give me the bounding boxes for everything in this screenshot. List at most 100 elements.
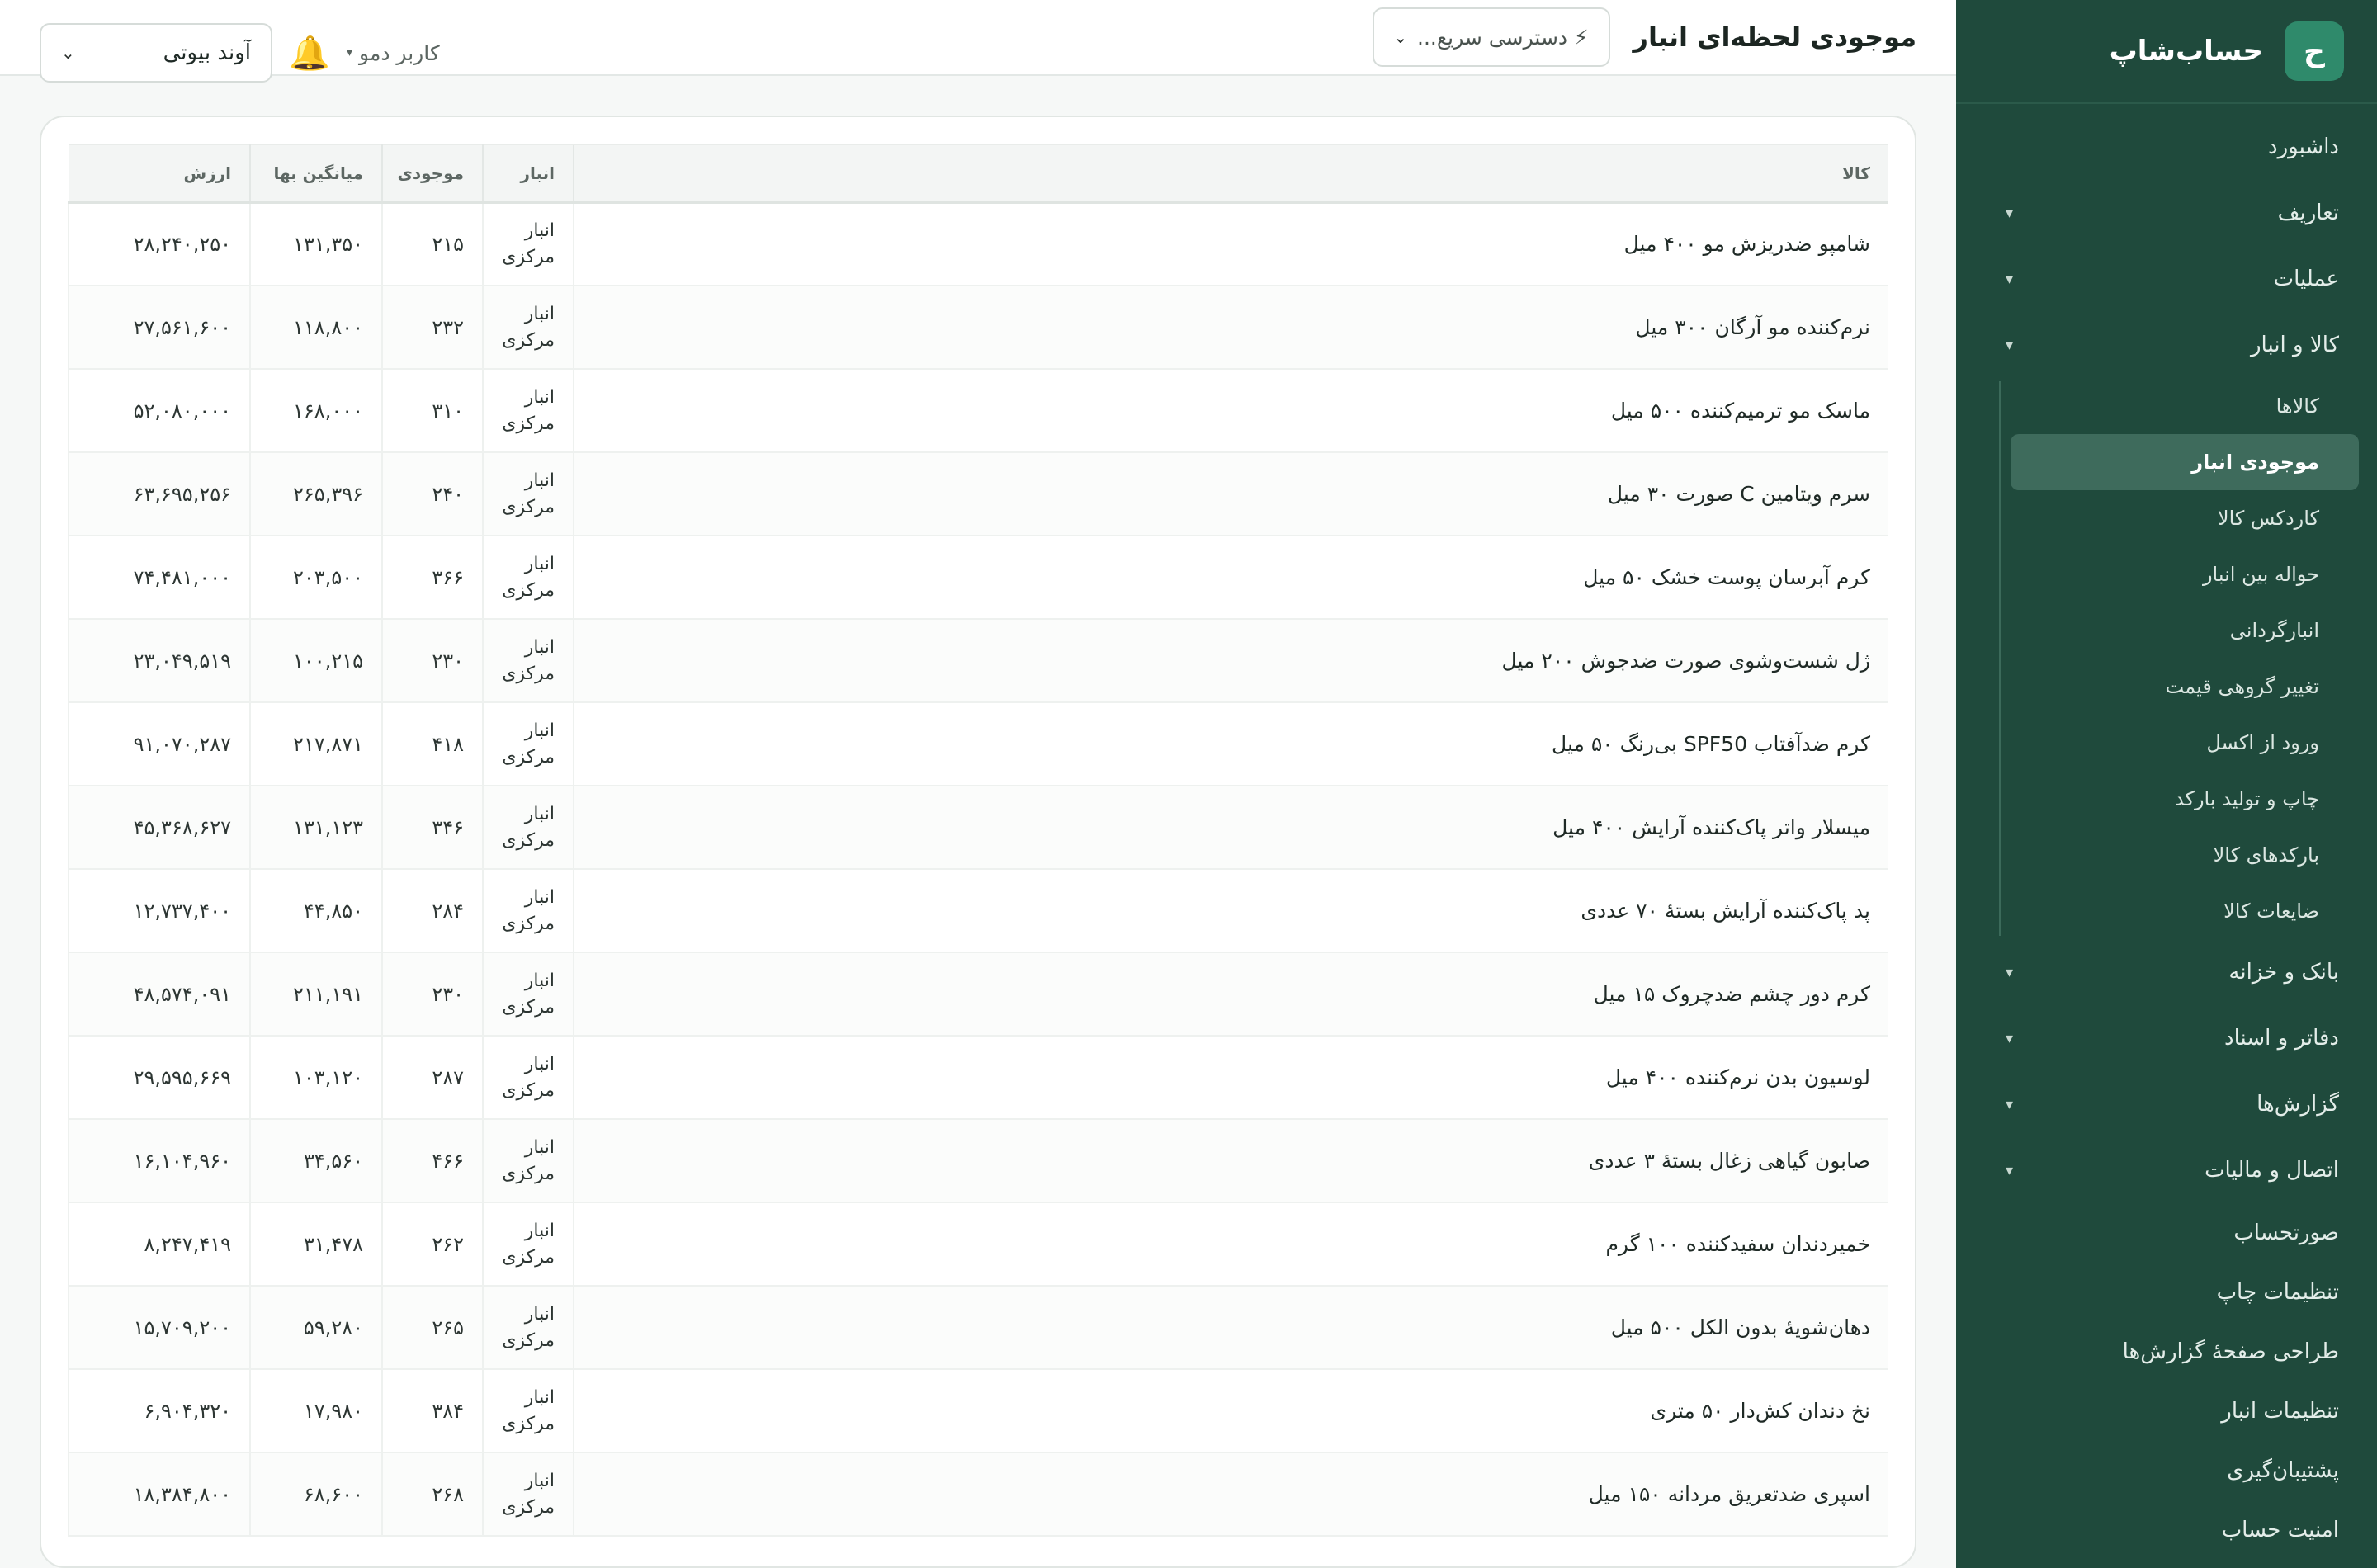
sidebar-subitem-barcode-print[interactable]: چاپ و تولید بارکد [2011,771,2359,827]
sidebar-item-bank[interactable]: بانک و خزانه ▾ [1956,939,2377,1005]
sidebar-subitem-transfer[interactable]: حواله بین انبار [2011,546,2359,602]
sidebar-subitem-excel-import[interactable]: ورود از اکسل [2011,715,2359,771]
sidebar-item-tax[interactable]: اتصال و مالیات ▾ [1956,1137,2377,1203]
sidebar-item-label: کالا و انبار [2251,333,2339,357]
qty-cell: ۲۸۷ [381,1036,483,1120]
sidebar-subitem-stock[interactable]: موجودی انبار [2011,434,2359,490]
warehouse-cell: انبار مرکزی [482,1036,574,1120]
quick-access-select[interactable]: ⚡ دسترسی سریع... ⌄ [1372,7,1610,67]
sidebar-subitem-bulk-price[interactable]: تغییر گروهی قیمت [2011,659,2359,715]
sidebar-item-security[interactable]: امنیت حساب [1956,1500,2377,1560]
product-cell: کرم دور چشم ضدچروک ۱۵ میل [574,952,1888,1037]
table-body: شامپو ضدریزش مو ۴۰۰ میل انبار مرکزی ۲۱۵ ۱۳۱… [68,202,1888,1537]
warehouse-cell: انبار مرکزی [482,619,574,703]
product-cell: پد پاک‌کننده آرایش بستهٔ ۷۰ عددی [574,869,1888,953]
sidebar-item-reports[interactable]: گزارش‌ها ▾ [1956,1071,2377,1137]
sidebar-item-label: داشبورد [2268,135,2339,159]
sidebar-item-print-settings[interactable]: تنظیمات چاپ [1956,1263,2377,1322]
sidebar-item-billing[interactable]: صورتحساب [1956,1203,2377,1263]
bell-icon[interactable]: 🔔 [272,34,347,73]
table-row[interactable]: ماسک مو ترمیم‌کننده ۵۰۰ میل انبار مرکزی ۳۱… [68,369,1888,453]
qty-cell: ۳۱۰ [381,369,483,453]
sidebar-item-operations[interactable]: عملیات ▾ [1956,246,2377,312]
column-header-value[interactable]: ارزش [69,144,250,204]
table-row[interactable]: خمیردندان سفیدکننده ۱۰۰ گرم انبار مرکزی ۲۶… [68,1202,1888,1287]
chevron-down-icon: ▾ [347,46,353,59]
sidebar-item-warehouse-settings[interactable]: تنظیمات انبار [1956,1381,2377,1441]
table-row[interactable]: اسپری ضدتعریق مردانه ۱۵۰ میل انبار مرکزی ۲… [68,1452,1888,1537]
product-cell: کرم آبرسان پوست خشک ۵۰ میل [574,536,1888,620]
qty-cell: ۳۶۶ [381,536,483,620]
qty-cell: ۲۳۰ [381,952,483,1037]
user-menu[interactable]: کاربر دمو ▾ [347,41,440,65]
sidebar-subitem-kardex[interactable]: کاردکس کالا [2011,490,2359,546]
product-cell: اسپری ضدتعریق مردانه ۱۵۰ میل [574,1452,1888,1537]
table-row[interactable]: نخ دندان کش‌دار ۵۰ متری انبار مرکزی ۳۸۴ ۱۷,… [68,1369,1888,1453]
table-row[interactable]: صابون گیاهی زغال بستهٔ ۳ عددی انبار مرکزی… [68,1119,1888,1203]
sidebar-item-report-design[interactable]: طراحی صفحهٔ گزارش‌ها [1956,1322,2377,1381]
main-area: موجودی لحظه‌ای انبار ⚡ دسترسی سریع... ⌄ … [0,0,1956,1568]
table-row[interactable]: کرم دور چشم ضدچروک ۱۵ میل انبار مرکزی ۲۳۰ ۲… [68,952,1888,1037]
value-cell: ۹۱,۰۷۰,۲۸۷ [68,702,250,786]
sidebar-item-ledgers[interactable]: دفاتر و اسناد ▾ [1956,1005,2377,1071]
sidebar-item-backup[interactable]: پشتیبان‌گیری [1956,1441,2377,1500]
sidebar-item-label: تعاریف [2277,201,2339,225]
warehouse-cell: انبار مرکزی [482,1452,574,1537]
sidebar-item-definitions[interactable]: تعاریف ▾ [1956,180,2377,246]
qty-cell: ۲۱۵ [381,202,483,286]
warehouse-cell: انبار مرکزی [482,1286,574,1370]
sidebar-subitem-waste[interactable]: ضایعات کالا [2011,883,2359,939]
sidebar-item-label: تنظیمات انبار [2221,1399,2339,1424]
sidebar-subitem-stocktaking[interactable]: انبارگردانی [2011,602,2359,659]
value-cell: ۲۹,۵۹۵,۶۶۹ [68,1036,250,1120]
avg-price-cell: ۲۱۱,۱۹۱ [249,952,382,1037]
avg-price-cell: ۱۰۰,۲۱۵ [249,619,382,703]
avg-price-cell: ۳۴,۵۶۰ [249,1119,382,1203]
warehouse-cell: انبار مرکزی [482,1369,574,1453]
stock-card: کالا انبار موجودی میانگین بها ارزش شامپو… [40,116,1916,1568]
product-cell: نخ دندان کش‌دار ۵۰ متری [574,1369,1888,1453]
sidebar-subitem-barcodes[interactable]: بارکدهای کالا [2011,827,2359,883]
user-name: کاربر دمو [359,40,440,65]
company-select[interactable]: آوند بیوتی ⌄ [40,23,272,83]
qty-cell: ۲۳۰ [381,619,483,703]
table-row[interactable]: میسلار واتر پاک‌کننده آرایش ۴۰۰ میل انبار… [68,786,1888,870]
table-row[interactable]: سرم ویتامین C صورت ۳۰ میل انبار مرکزی ۲۴۰ ۲… [68,452,1888,536]
avg-price-cell: ۲۶۵,۳۹۶ [249,452,382,536]
avg-price-cell: ۱۳۱,۳۵۰ [249,202,382,286]
sidebar-item-inventory[interactable]: کالا و انبار ▾ [1956,312,2377,378]
sidebar-subitem-products[interactable]: کالاها [2011,378,2359,434]
value-cell: ۱۲,۷۳۷,۴۰۰ [68,869,250,953]
table-row[interactable]: لوسیون بدن نرم‌کننده ۴۰۰ میل انبار مرکزی ۲… [68,1036,1888,1120]
avg-price-cell: ۱۰۳,۱۲۰ [249,1036,382,1120]
column-header-warehouse[interactable]: انبار [482,144,574,204]
header-tools: آوند بیوتی ⌄ 🔔 کاربر دمو ▾ [40,23,440,83]
product-cell: دهان‌شویهٔ بدون الکل ۵۰۰ میل [574,1286,1888,1370]
column-header-qty[interactable]: موجودی [381,144,483,204]
chevron-down-icon: ⌄ [1393,27,1408,47]
chevron-down-icon: ▾ [2006,1161,2014,1179]
product-cell: سرم ویتامین C صورت ۳۰ میل [574,452,1888,536]
value-cell: ۲۷,۵۶۱,۶۰۰ [68,286,250,370]
chevron-down-icon: ▾ [2006,204,2014,222]
warehouse-cell: انبار مرکزی [482,202,574,286]
table-row[interactable]: ژل شست‌وشوی صورت ضدجوش ۲۰۰ میل انبار مرکز… [68,619,1888,703]
table-row[interactable]: شامپو ضدریزش مو ۴۰۰ میل انبار مرکزی ۲۱۵ ۱۳۱… [68,202,1888,286]
table-row[interactable]: پد پاک‌کننده آرایش بستهٔ ۷۰ عددی انبار مر… [68,869,1888,953]
table-row[interactable]: دهان‌شویهٔ بدون الکل ۵۰۰ میل انبار مرکزی ۲… [68,1286,1888,1370]
sidebar-item-dashboard[interactable]: داشبورد [1956,114,2377,180]
table-row[interactable]: کرم ضدآفتاب SPF50 بی‌رنگ ۵۰ میل انبار مرک… [68,702,1888,786]
chevron-down-icon: ▾ [2006,270,2014,288]
sidebar-item-label: عملیات [2273,267,2339,291]
table-row[interactable]: نرم‌کننده مو آرگان ۳۰۰ میل انبار مرکزی ۲۳۲… [68,286,1888,370]
warehouse-cell: انبار مرکزی [482,1119,574,1203]
product-cell: ماسک مو ترمیم‌کننده ۵۰۰ میل [574,369,1888,453]
qty-cell: ۲۳۲ [381,286,483,370]
value-cell: ۱۶,۱۰۴,۹۶۰ [68,1119,250,1203]
column-header-avg-price[interactable]: میانگین بها [249,144,382,204]
avg-price-cell: ۲۱۷,۸۷۱ [249,702,382,786]
product-cell: شامپو ضدریزش مو ۴۰۰ میل [574,202,1888,286]
table-row[interactable]: کرم آبرسان پوست خشک ۵۰ میل انبار مرکزی ۳۶۶… [68,536,1888,620]
column-header-product[interactable]: کالا [574,144,1888,204]
brand[interactable]: ح حساب‌شاپ [1956,0,2377,104]
